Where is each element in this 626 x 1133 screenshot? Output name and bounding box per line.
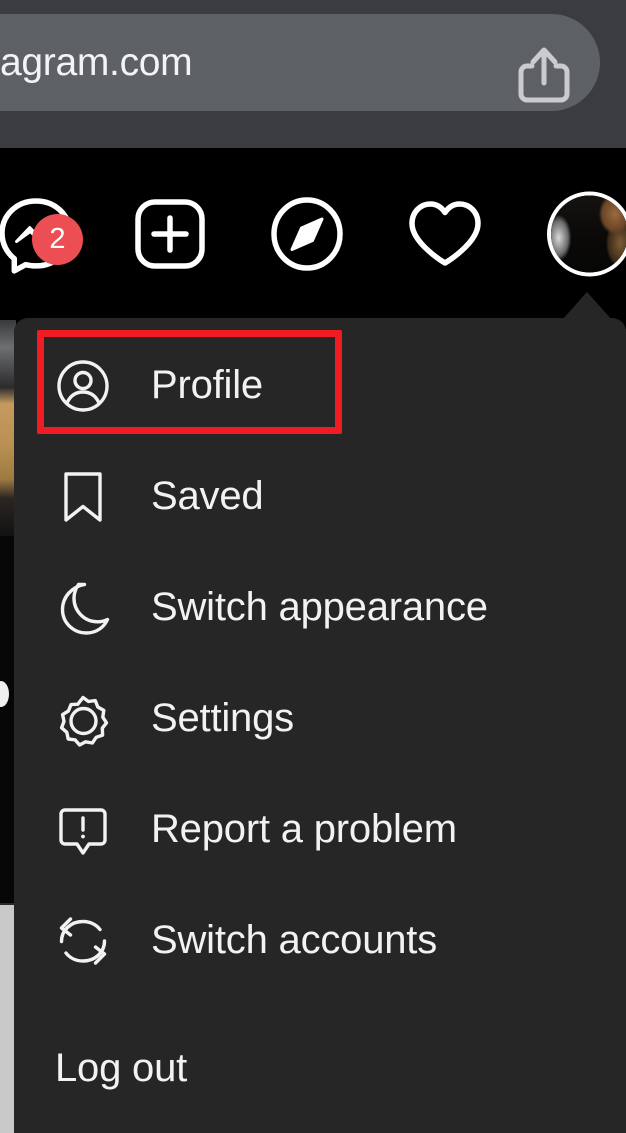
report-problem-icon (55, 802, 111, 858)
avatar-image (551, 195, 626, 273)
heart-icon (407, 199, 483, 269)
gear-icon (55, 691, 111, 747)
menu-item-label: Log out (55, 1045, 188, 1090)
compass-icon (270, 197, 344, 271)
menu-divider-spacer (14, 996, 626, 1008)
screen-root: agram.com 2 Profile Saved Switch appeara… (0, 0, 626, 1133)
share-icon[interactable] (517, 45, 571, 103)
profile-avatar[interactable] (547, 191, 626, 277)
browser-chrome: agram.com (0, 0, 626, 148)
nav-messages-button[interactable]: 2 (0, 192, 83, 276)
menu-item-label: Switch accounts (151, 918, 438, 962)
menu-item-label: Saved (151, 474, 264, 518)
menu-item-saved[interactable]: Saved (14, 441, 626, 552)
person-circle-icon (55, 358, 111, 414)
menu-item-settings[interactable]: Settings (14, 663, 626, 774)
url-text: agram.com (0, 40, 193, 84)
nav-new-post-button[interactable] (128, 192, 212, 276)
menu-item-log-out[interactable]: Log out (14, 1008, 626, 1128)
menu-item-label: Settings (151, 696, 294, 740)
menu-item-report-problem[interactable]: Report a problem (14, 774, 626, 885)
menu-item-label: Profile (151, 363, 263, 407)
moon-icon (55, 580, 111, 636)
menu-item-switch-appearance[interactable]: Switch appearance (14, 552, 626, 663)
menu-item-label: Switch appearance (151, 585, 488, 629)
url-bar[interactable]: agram.com (0, 14, 600, 111)
nav-explore-button[interactable] (265, 192, 349, 276)
nav-icon-group: 2 (0, 148, 626, 320)
nav-notifications-button[interactable] (403, 192, 487, 276)
messages-unread-badge: 2 (32, 214, 83, 265)
menu-item-label: Report a problem (151, 807, 457, 851)
bookmark-icon (55, 469, 111, 525)
menu-item-switch-accounts[interactable]: Switch accounts (14, 885, 626, 996)
dropdown-caret (562, 292, 612, 320)
switch-accounts-icon (55, 913, 111, 969)
plus-square-icon (134, 198, 206, 270)
instagram-nav-bar: 2 (0, 148, 626, 320)
menu-item-profile[interactable]: Profile (14, 330, 626, 441)
profile-dropdown-menu: Profile Saved Switch appearance Settings… (14, 318, 626, 1133)
